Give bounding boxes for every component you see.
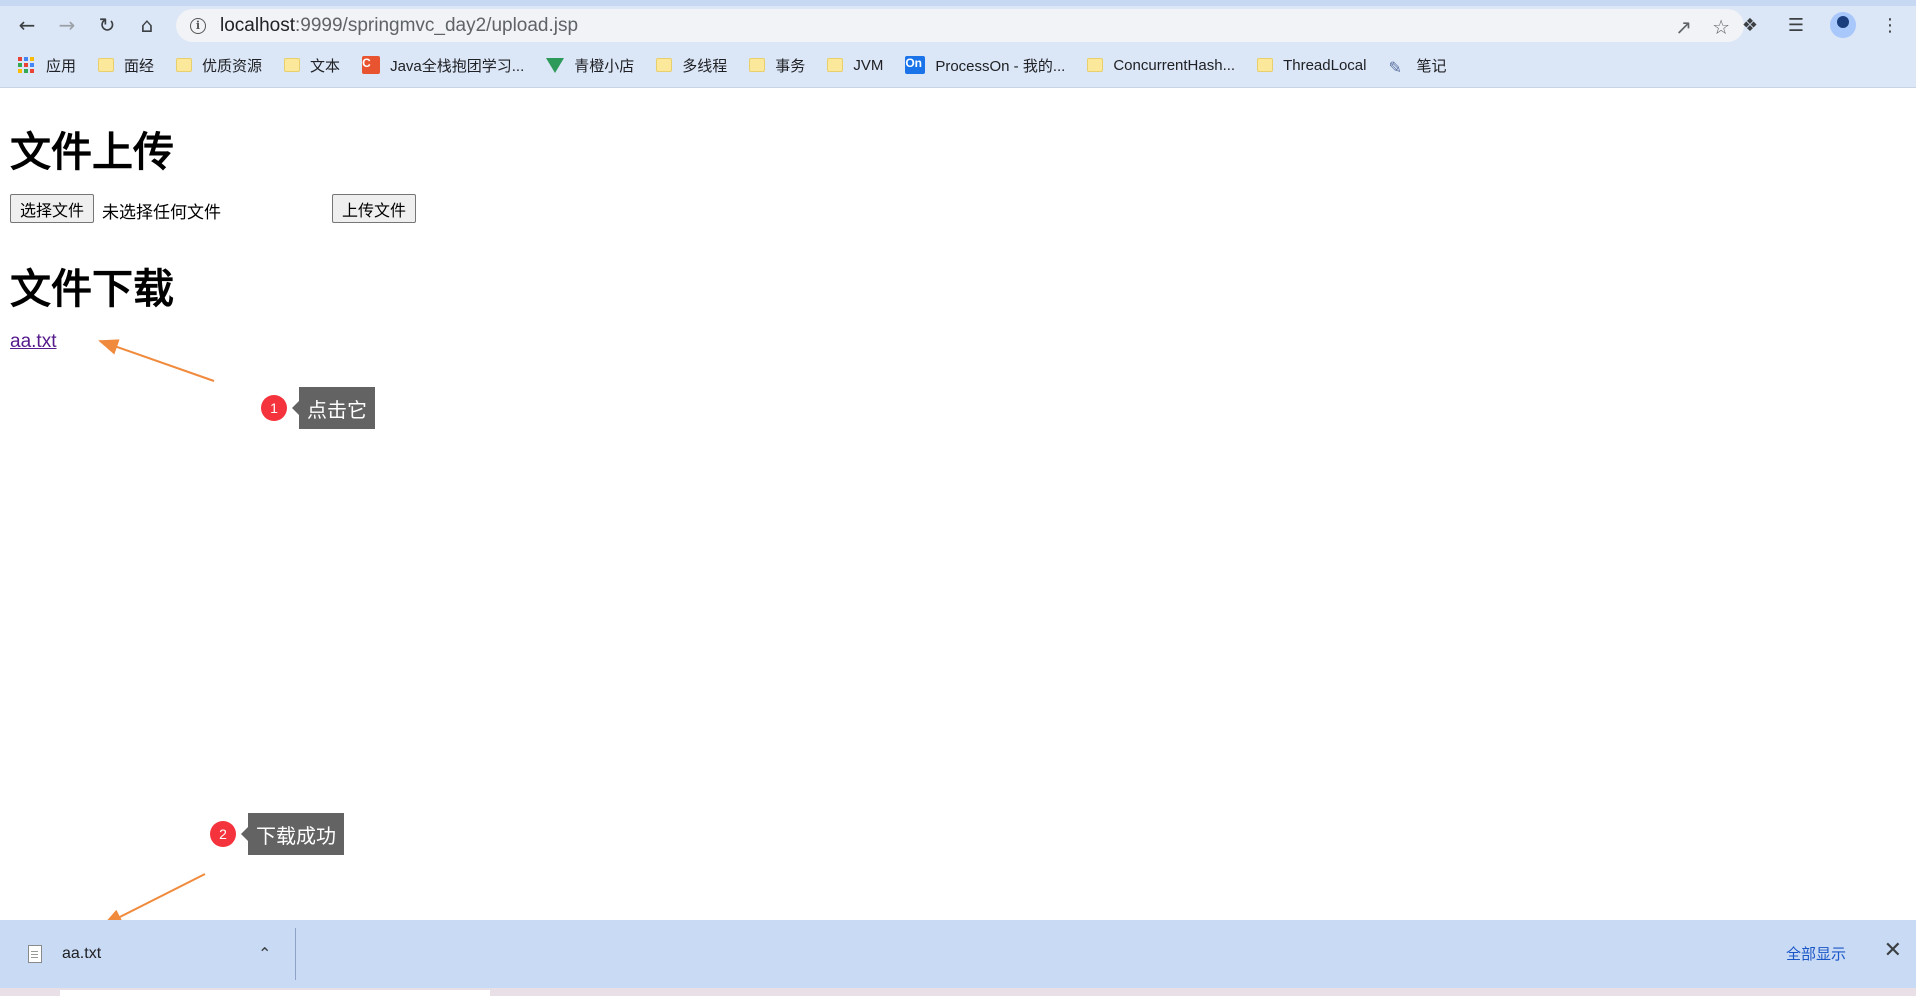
vue-icon — [546, 57, 565, 73]
bookmark-folder[interactable]: JVM — [827, 57, 883, 74]
bookmark-label: ThreadLocal — [1283, 56, 1367, 74]
bookmark-label: 事务 — [775, 57, 806, 75]
folder-icon — [176, 58, 193, 72]
profile-avatar[interactable] — [1830, 12, 1856, 38]
bookmark-label: 青橙小店 — [574, 57, 635, 75]
csdn-icon: C — [362, 56, 381, 74]
folder-icon — [284, 58, 301, 72]
address-bar[interactable]: i localhost:9999/springmvc_day2/upload.j… — [176, 9, 1744, 42]
star-icon[interactable]: ☆ — [1712, 15, 1730, 39]
bookmark-label: 面经 — [124, 57, 155, 75]
browser-toolbar: ← → ↻ ⌂ i localhost:9999/springmvc_day2/… — [0, 6, 1916, 44]
bookmark-label: ProcessOn - 我的... — [935, 57, 1066, 75]
bookmark-apps[interactable]: 应用 — [18, 55, 76, 76]
bookmark-folder[interactable]: 多线程 — [656, 55, 727, 76]
upload-heading: 文件上传 — [10, 128, 174, 176]
toolbar-divider — [0, 87, 1916, 88]
choose-file-button[interactable]: 选择文件 — [10, 194, 95, 223]
pen-icon: ✎ — [1388, 60, 1402, 77]
folder-icon — [1087, 58, 1104, 72]
bookmark-link[interactable]: 青橙小店 — [546, 55, 634, 76]
back-icon[interactable]: ← — [14, 12, 40, 38]
folder-icon — [98, 58, 115, 72]
bookmark-folder[interactable]: 文本 — [284, 55, 340, 76]
folder-icon — [749, 58, 766, 72]
bookmark-label: 应用 — [46, 57, 77, 75]
no-file-label: 未选择任何文件 — [102, 203, 221, 223]
share-icon[interactable]: ↗ — [1675, 15, 1692, 39]
home-icon[interactable]: ⌂ — [134, 12, 160, 38]
extensions-icon[interactable]: ❖ — [1738, 13, 1762, 37]
taskbar-strip — [0, 988, 1916, 996]
processon-icon: On — [905, 56, 926, 74]
bookmark-label: Java全栈抱团学习... — [390, 57, 525, 75]
bookmark-label: JVM — [853, 56, 884, 74]
url-path: :9999/springmvc_day2/upload.jsp — [295, 14, 579, 36]
bookmark-folder[interactable]: ConcurrentHash... — [1087, 57, 1235, 74]
folder-icon — [1257, 58, 1274, 72]
chevron-up-icon[interactable]: ⌃ — [258, 944, 271, 963]
download-item[interactable]: aa.txt ⌃ — [0, 920, 295, 988]
annotation-callout: 1 点击它 — [261, 387, 375, 429]
bookmark-label: ConcurrentHash... — [1113, 56, 1236, 74]
site-info-icon[interactable]: i — [190, 17, 206, 34]
download-heading: 文件下载 — [10, 265, 174, 313]
step-badge: 2 — [210, 821, 236, 847]
reload-icon[interactable]: ↻ — [94, 12, 120, 38]
apps-grid-icon — [18, 57, 34, 73]
bookmark-link[interactable]: On ProcessOn - 我的... — [905, 55, 1065, 76]
bookmark-label: 多线程 — [682, 57, 728, 75]
bookmark-folder[interactable]: 面经 — [98, 55, 154, 76]
step-badge: 1 — [261, 395, 287, 421]
folder-icon — [827, 58, 844, 72]
show-all-button[interactable]: 全部显示 — [1786, 943, 1846, 964]
download-file-name: aa.txt — [62, 945, 102, 962]
folder-icon — [656, 58, 673, 72]
bookmark-folder[interactable]: 事务 — [749, 55, 805, 76]
download-shelf: aa.txt ⌃ 全部显示 ✕ — [0, 920, 1916, 988]
bookmark-label: 优质资源 — [202, 57, 263, 75]
annotation-tooltip: 点击它 — [292, 387, 375, 429]
file-icon — [28, 945, 42, 963]
bookmark-label: 笔记 — [1416, 57, 1447, 75]
bookmark-folder[interactable]: 优质资源 — [176, 55, 262, 76]
upload-file-button[interactable]: 上传文件 — [332, 194, 417, 223]
bookmark-link[interactable]: C Java全栈抱团学习... — [362, 55, 524, 76]
url-host: localhost — [220, 14, 295, 36]
bookmark-folder[interactable]: ThreadLocal — [1257, 57, 1366, 74]
close-icon[interactable]: ✕ — [1884, 938, 1902, 963]
forward-icon[interactable]: → — [54, 12, 80, 38]
arrow-to-link — [98, 339, 215, 382]
browser-chrome: ← → ↻ ⌂ i localhost:9999/springmvc_day2/… — [0, 0, 1916, 88]
bookmarks-bar: 应用 面经 优质资源 文本 C Java全栈抱团学习... 青橙小店 多线程 事务… — [0, 48, 1916, 82]
annotation-tooltip: 下载成功 — [241, 813, 344, 855]
download-link[interactable]: aa.txt — [10, 331, 56, 353]
annotation-callout: 2 下载成功 — [210, 813, 344, 855]
menu-icon[interactable]: ⋮ — [1878, 13, 1902, 37]
bookmark-link[interactable]: ✎ 笔记 — [1388, 55, 1447, 78]
url-text[interactable]: localhost:9999/springmvc_day2/upload.jsp — [220, 15, 578, 37]
download-divider — [295, 928, 296, 980]
bookmark-label: 文本 — [310, 57, 341, 75]
reading-list-icon[interactable]: ☰ — [1784, 13, 1808, 37]
arrow-to-download — [102, 873, 206, 926]
